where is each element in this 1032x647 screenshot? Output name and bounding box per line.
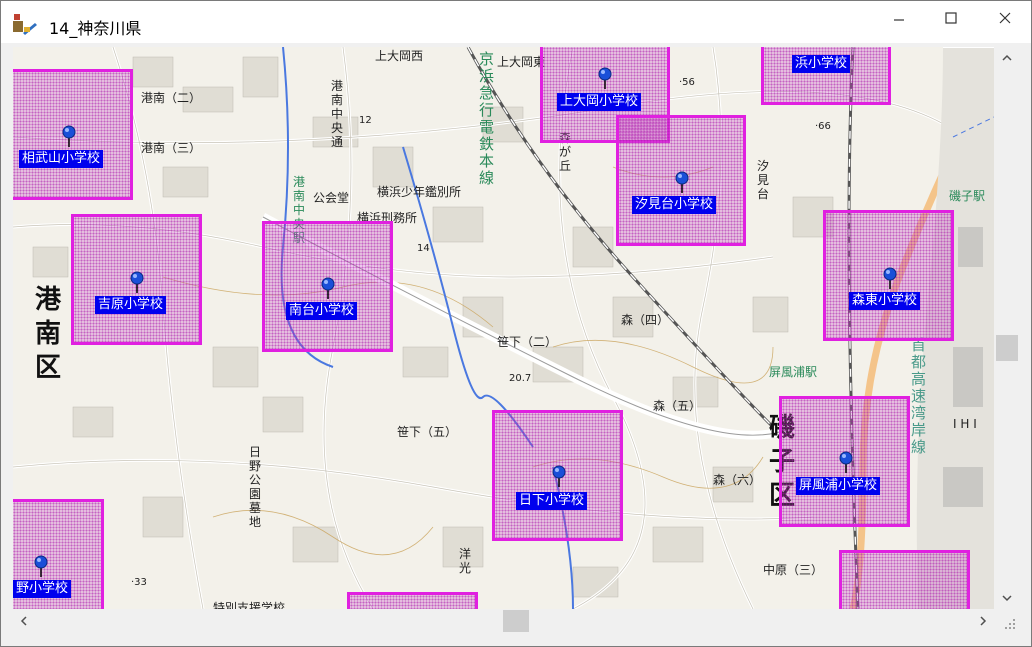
school-label[interactable]: 南台小学校 <box>286 302 358 320</box>
minimize-button[interactable] <box>873 1 925 35</box>
scroll-right-button[interactable] <box>972 610 994 632</box>
resize-grip-icon[interactable] <box>999 615 1017 633</box>
vertical-scroll-thumb[interactable] <box>996 335 1018 361</box>
chevron-down-icon <box>1002 595 1012 602</box>
location-pin-icon[interactable] <box>597 67 613 89</box>
location-pin-icon[interactable] <box>61 125 77 147</box>
location-pin-icon[interactable] <box>33 555 49 577</box>
app-window: 14_神奈川県 港 南 区 京 浜 急 行 電 鉄 本 線 首 都 高 速 湾 … <box>0 0 1032 647</box>
scroll-up-button[interactable] <box>996 47 1018 69</box>
chevron-left-icon <box>20 616 27 626</box>
title-bar[interactable]: 14_神奈川県 <box>1 1 1031 43</box>
horizontal-scrollbar[interactable] <box>13 610 994 632</box>
school-label[interactable]: 浜小学校 <box>792 55 851 73</box>
school-label[interactable]: 汐見台小学校 <box>632 196 717 214</box>
chevron-up-icon <box>1002 54 1012 61</box>
location-pin-icon[interactable] <box>551 465 567 487</box>
maximize-button[interactable] <box>925 1 977 35</box>
school-label[interactable]: 相武山小学校 <box>19 150 104 168</box>
close-button[interactable] <box>979 1 1031 35</box>
vertical-scrollbar[interactable] <box>996 47 1018 609</box>
window-title: 14_神奈川県 <box>49 19 142 38</box>
location-pin-icon[interactable] <box>838 451 854 473</box>
location-pin-icon[interactable] <box>320 277 336 299</box>
maximize-icon <box>945 12 957 24</box>
close-icon <box>999 12 1011 24</box>
school-label[interactable]: 野小学校 <box>13 580 72 598</box>
school-label[interactable]: 森東小学校 <box>849 292 921 310</box>
map-view[interactable]: 港 南 区 磯 子 区 京 浜 急 行 電 鉄 本 線 首 都 高 速 湾 岸 … <box>13 47 994 609</box>
school-zone-partial-bottom-right[interactable] <box>839 550 970 609</box>
horizontal-scroll-thumb[interactable] <box>503 610 529 632</box>
school-label[interactable]: 吉原小学校 <box>95 296 167 314</box>
location-pin-icon[interactable] <box>674 171 690 193</box>
school-label[interactable]: 日下小学校 <box>516 492 588 510</box>
chevron-right-icon <box>980 616 987 626</box>
location-pin-icon[interactable] <box>129 271 145 293</box>
scroll-down-button[interactable] <box>996 587 1018 609</box>
school-zone-partial-bottom[interactable] <box>347 592 478 609</box>
minimize-icon <box>894 19 904 21</box>
location-pin-icon[interactable] <box>882 267 898 289</box>
scroll-left-button[interactable] <box>13 610 35 632</box>
school-label[interactable]: 屏風浦小学校 <box>796 477 881 495</box>
school-label[interactable]: 上大岡小学校 <box>557 93 642 111</box>
map-app-icon <box>13 14 37 35</box>
